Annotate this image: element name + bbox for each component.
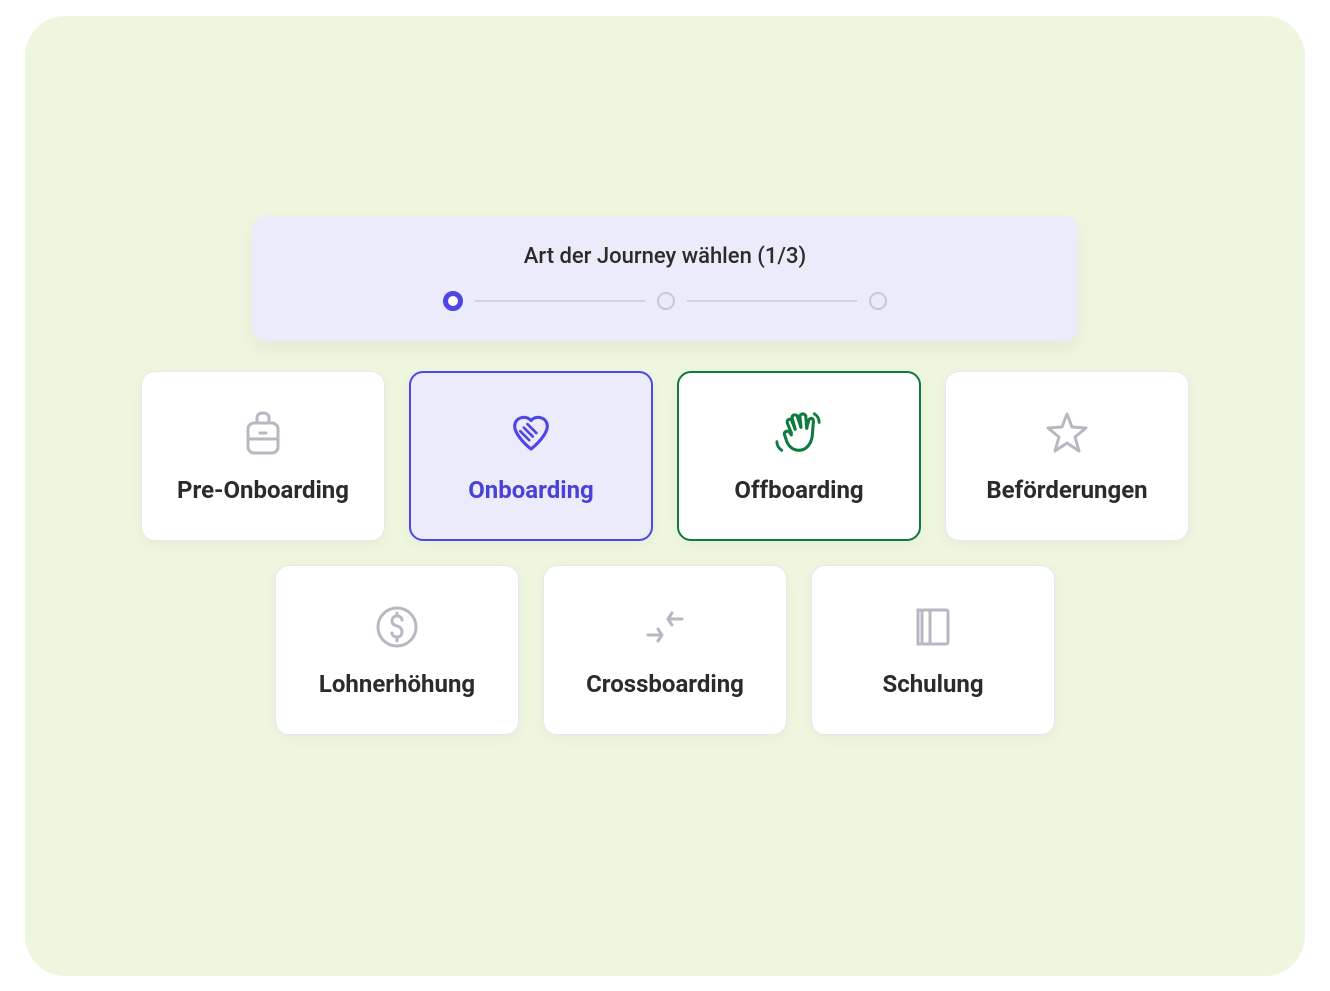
step-dot-2[interactable] <box>657 292 675 310</box>
wave-hand-icon <box>774 408 824 458</box>
stepper-card: Art der Journey wählen (1/3) <box>252 216 1078 341</box>
stepper-title: Art der Journey wählen (1/3) <box>524 244 806 269</box>
option-label: Onboarding <box>468 476 593 504</box>
book-icon <box>908 602 958 652</box>
option-card-pre-onboarding[interactable]: Pre-Onboarding <box>141 371 385 541</box>
page-container: Art der Journey wählen (1/3) Pre-Onboard… <box>25 16 1305 976</box>
option-label: Offboarding <box>734 476 863 504</box>
step-line-2 <box>687 300 857 302</box>
arrows-cross-icon <box>640 602 690 652</box>
option-label: Pre-Onboarding <box>177 476 349 504</box>
step-dot-3[interactable] <box>869 292 887 310</box>
options-row-2: Lohnerhöhung Crossboarding Schulung <box>275 565 1055 735</box>
option-label: Crossboarding <box>586 670 744 698</box>
step-line-1 <box>475 300 645 302</box>
star-icon <box>1042 408 1092 458</box>
option-label: Beförderungen <box>986 476 1147 504</box>
step-dot-1[interactable] <box>443 291 463 311</box>
options-row-1: Pre-Onboarding Onboarding <box>141 371 1189 541</box>
backpack-icon <box>238 408 288 458</box>
option-card-befoerderungen[interactable]: Beförderungen <box>945 371 1189 541</box>
option-label: Lohnerhöhung <box>319 670 475 698</box>
handshake-icon <box>506 408 556 458</box>
option-card-onboarding[interactable]: Onboarding <box>409 371 653 541</box>
option-card-lohnerhoehung[interactable]: Lohnerhöhung <box>275 565 519 735</box>
option-card-schulung[interactable]: Schulung <box>811 565 1055 735</box>
option-label: Schulung <box>882 670 983 698</box>
dollar-icon <box>372 602 422 652</box>
stepper-progress <box>443 291 887 311</box>
option-card-crossboarding[interactable]: Crossboarding <box>543 565 787 735</box>
option-card-offboarding[interactable]: Offboarding <box>677 371 921 541</box>
